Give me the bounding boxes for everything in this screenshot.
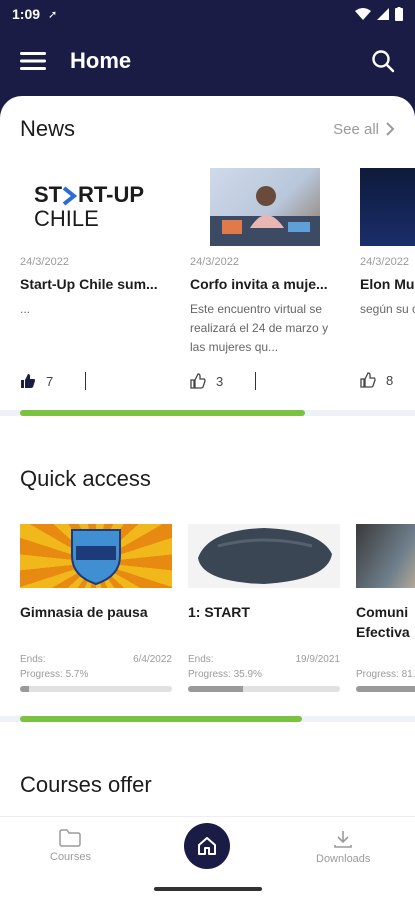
quick-access-scroll-thumb[interactable] — [20, 716, 302, 722]
status-icons — [355, 7, 403, 21]
ends-date: 6/4/2022 — [133, 654, 172, 665]
svg-text:ST: ST — [34, 182, 63, 207]
news-description: según su c — [360, 302, 415, 316]
location-icon: ➚ — [48, 8, 58, 21]
nav-downloads-label: Downloads — [316, 853, 371, 865]
page-title: Home — [70, 48, 132, 73]
wifi-icon — [355, 8, 371, 20]
nav-home[interactable] — [184, 823, 230, 869]
course-card[interactable]: 1: START Ends: 19/9/2021 Progress: 35.9% — [188, 524, 340, 692]
news-title: Start-Up Chile sum... — [20, 276, 158, 292]
main-content[interactable]: News See all ST RT-UP CHILE 24/3/2022 St… — [0, 96, 415, 816]
progress-text: Progress: 35.9% — [188, 669, 262, 680]
quick-access-title: Quick access — [20, 466, 151, 491]
ends-label: Ends: — [20, 654, 46, 665]
startup-chile-logo-graphic: ST RT-UP CHILE — [34, 182, 144, 231]
bottom-navigation: Courses Downloads — [0, 816, 415, 900]
thumbs-up-filled-icon[interactable] — [20, 373, 36, 389]
news-description: ... — [20, 302, 31, 316]
course-meta: Ends: 19/9/2021 — [188, 654, 340, 665]
news-scroll-thumb[interactable] — [20, 410, 305, 416]
like-count: 8 — [386, 372, 394, 388]
progress-bar — [356, 686, 415, 692]
course-card[interactable]: Comuni Efectiva Progress: 81. — [356, 524, 415, 692]
progress-bar — [188, 686, 340, 692]
progress-fill — [20, 686, 29, 692]
chevron-right-icon — [386, 122, 395, 136]
news-image — [360, 168, 415, 246]
course-title: 1: START — [188, 604, 250, 620]
news-date: 24/3/2022 — [190, 256, 239, 268]
news-section-title: News — [20, 116, 76, 141]
news-carousel[interactable]: ST RT-UP CHILE 24/3/2022 Start-Up Chile … — [20, 168, 415, 390]
folder-icon — [59, 829, 82, 847]
ends-date: 19/9/2021 — [295, 654, 341, 665]
search-icon[interactable] — [371, 49, 395, 73]
news-header: News See all — [0, 116, 415, 142]
see-all-link[interactable]: See all — [333, 121, 395, 138]
woman-working-image — [210, 186, 320, 246]
course-card[interactable]: Gimnasia de pausa Ends: 6/4/2022 Progres… — [20, 524, 172, 692]
gesture-bar[interactable] — [154, 887, 262, 891]
course-title: Comuni Efectiva — [356, 604, 410, 640]
courses-offer-title: Courses offer — [20, 772, 152, 797]
like-count: 3 — [216, 373, 224, 389]
svg-text:CHILE: CHILE — [34, 206, 99, 231]
nav-courses-label: Courses — [50, 851, 91, 863]
home-icon — [198, 837, 216, 855]
courses-offer-header: Courses offer — [0, 772, 415, 798]
menu-icon[interactable] — [20, 51, 46, 71]
news-title: Corfo invita a muje... — [190, 276, 328, 292]
progress-text: Progress: 81. — [356, 669, 415, 680]
startup-chile-logo: ST RT-UP CHILE — [20, 168, 170, 246]
like-row: 8 — [360, 372, 415, 388]
course-image — [188, 524, 340, 588]
like-divider — [85, 372, 87, 390]
nav-downloads[interactable]: Downloads — [316, 829, 370, 865]
quick-access-header: Quick access — [0, 466, 415, 492]
progress-fill — [188, 686, 243, 692]
course-image — [20, 524, 172, 588]
cushion-image — [198, 528, 332, 584]
course-meta — [356, 654, 415, 665]
news-date: 24/3/2022 — [20, 256, 69, 268]
news-description: Este encuentro virtual se realizará el 2… — [190, 302, 329, 354]
like-divider — [255, 372, 257, 390]
shield-badge-image — [71, 529, 121, 586]
signal-icon — [377, 8, 389, 20]
status-bar: 1:09 ➚ — [0, 0, 415, 28]
course-meta: Ends: 6/4/2022 — [20, 654, 172, 665]
course-title: Gimnasia de pausa — [20, 604, 148, 620]
progress-text: Progress: 5.7% — [20, 669, 89, 680]
thumbs-up-outline-icon[interactable] — [190, 373, 206, 389]
news-title: Elon Mus — [360, 276, 415, 292]
like-row: 3 — [190, 372, 340, 390]
thumbs-up-outline-icon[interactable] — [360, 372, 376, 388]
battery-icon — [395, 7, 403, 21]
download-icon — [334, 831, 353, 848]
progress-fill — [356, 686, 415, 692]
news-image — [210, 168, 320, 246]
news-date: 24/3/2022 — [360, 256, 409, 268]
news-card[interactable]: 24/3/2022 Elon Mus según su c 8 — [360, 168, 415, 390]
like-count: 7 — [46, 373, 54, 389]
quick-access-carousel[interactable]: Gimnasia de pausa Ends: 6/4/2022 Progres… — [20, 524, 415, 692]
elon-musk-image — [360, 168, 415, 246]
nav-courses[interactable]: Courses — [50, 829, 91, 863]
progress-bar — [20, 686, 172, 692]
ends-label: Ends: — [188, 654, 214, 665]
app-bar: Home — [0, 28, 415, 94]
news-card[interactable]: 24/3/2022 Corfo invita a muje... Este en… — [190, 168, 340, 390]
news-card[interactable]: ST RT-UP CHILE 24/3/2022 Start-Up Chile … — [20, 168, 170, 390]
like-row: 7 — [20, 372, 170, 390]
svg-text:RT-UP: RT-UP — [78, 182, 144, 207]
see-all-label: See all — [333, 120, 379, 138]
course-image — [356, 524, 415, 588]
status-time: 1:09 — [12, 6, 41, 22]
